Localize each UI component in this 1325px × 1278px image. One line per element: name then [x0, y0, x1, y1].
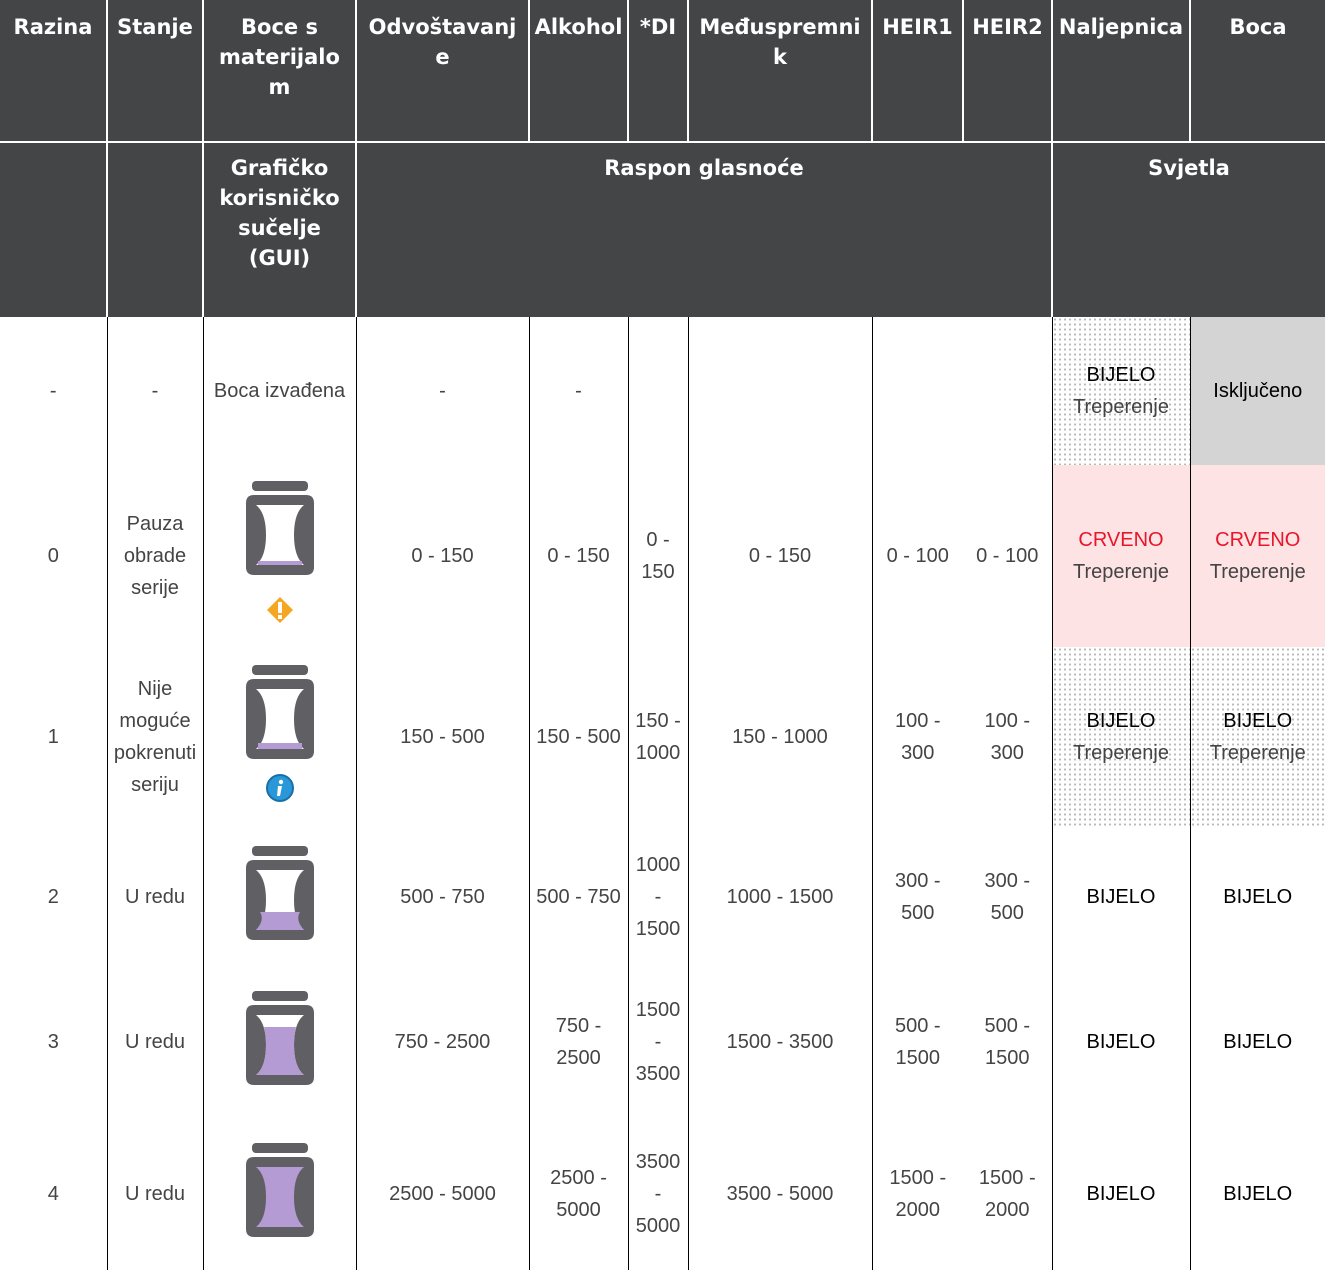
table-row: 0 Pauza obrade serije 0 - 150 0 - 150 0 … — [0, 465, 1325, 647]
bottle-almost-empty-icon — [240, 477, 320, 607]
table-row: - - Boca izvađena - - BIJELO Treperenje … — [0, 317, 1325, 465]
bottle-light-cell: BIJELO — [1189, 827, 1325, 967]
odvostavanje-cell: 150 - 500 — [355, 647, 529, 827]
di-cell: 0 - 150 — [627, 465, 688, 647]
header-di: *DI — [627, 0, 688, 142]
gui-cell: Boca izvađena — [202, 317, 356, 465]
state-cell: U redu — [106, 1117, 203, 1270]
header-boca: Boca — [1189, 0, 1325, 142]
heir1-cell — [871, 317, 963, 465]
level-cell: 3 — [47, 1031, 59, 1053]
gui-cell — [202, 465, 356, 647]
bottle-full-icon — [240, 1139, 320, 1239]
alkohol-cell: 750 - 2500 — [528, 967, 628, 1117]
state-cell: U redu — [106, 967, 203, 1117]
heir1-cell: 0 - 100 — [871, 465, 963, 647]
di-cell: 1000 - 1500 — [627, 827, 688, 967]
header-razina: Razina — [0, 0, 107, 142]
header-volume-range: Raspon glasnoće — [355, 141, 1052, 317]
header-heir2: HEIR2 — [962, 0, 1052, 142]
label-light-cell: BIJELO — [1051, 967, 1190, 1117]
heir2-cell: 300 - 500 — [984, 870, 1031, 924]
bottle-low-icon — [240, 661, 320, 771]
gui-cell — [202, 827, 356, 967]
gui-cell — [202, 967, 356, 1117]
heir2-cell: 500 - 1500 — [984, 1015, 1031, 1069]
heir2-cell: 0 - 100 — [976, 545, 1039, 567]
level-cell: 2 — [47, 886, 59, 908]
odvostavanje-cell: 2500 - 5000 — [355, 1117, 529, 1270]
label-light-cell: BIJELO Treperenje — [1051, 317, 1190, 465]
bottle-three-quarter-icon — [240, 987, 320, 1087]
label-light-cell: BIJELO — [1051, 827, 1190, 967]
level-cell: 0 — [47, 545, 59, 567]
label-light-cell: CRVENO Treperenje — [1051, 465, 1190, 647]
odvostavanje-cell: - — [355, 317, 529, 465]
info-icon — [204, 773, 356, 813]
heir2-cell: 1500 - 2000 — [978, 1166, 1036, 1221]
header-empty-1 — [0, 141, 107, 317]
state-cell: - — [106, 317, 203, 465]
header-gui: Grafičko korisničko sučelje (GUI) — [202, 141, 356, 317]
header-boce: Boce s materijalo m — [202, 0, 356, 142]
header-empty-2 — [106, 141, 203, 317]
header-naljepnica: Naljepnica — [1051, 0, 1190, 142]
bottle-quarter-icon — [240, 842, 320, 942]
header-row-1: Razina Stanje Boce s materijalo m Odvošt… — [0, 0, 1325, 142]
bottle-light-cell: CRVENO Treperenje — [1189, 465, 1325, 647]
level-cell: 1 — [47, 726, 59, 748]
table-row: 2 U redu 500 - 750 500 - 750 1000 - 1500 — [0, 827, 1325, 967]
alkohol-cell: - — [528, 317, 628, 465]
bottle-light-cell: BIJELO — [1189, 1117, 1325, 1270]
gui-cell — [202, 647, 356, 827]
meduspremnik-cell: 150 - 1000 — [687, 647, 872, 827]
meduspremnik-cell — [687, 317, 872, 465]
header-row-2: Grafičko korisničko sučelje (GUI) Raspon… — [0, 141, 1325, 317]
header-heir1: HEIR1 — [871, 0, 963, 142]
level-cell: - — [49, 380, 57, 402]
meduspremnik-cell: 1500 - 3500 — [687, 967, 872, 1117]
bottle-light-cell: BIJELO Treperenje — [1189, 647, 1325, 827]
reagent-level-table: Razina Stanje Boce s materijalo m Odvošt… — [0, 0, 1325, 1270]
heir1-cell: 100 - 300 — [871, 647, 963, 827]
header-meduspremnik: Međuspremni k — [687, 0, 872, 142]
state-cell: U redu — [106, 827, 203, 967]
di-cell: 3500 - 5000 — [627, 1117, 688, 1270]
heir2-cell: 100 - 300 — [984, 710, 1031, 764]
odvostavanje-cell: 0 - 150 — [355, 465, 529, 647]
alkohol-cell: 500 - 750 — [528, 827, 628, 967]
label-light-cell: BIJELO — [1051, 1117, 1190, 1270]
header-lights: Svjetla — [1051, 141, 1325, 317]
bottle-light-cell: Isključeno — [1189, 317, 1325, 465]
bottle-light-cell: BIJELO — [1189, 967, 1325, 1117]
state-cell: Nije moguće pokrenuti seriju — [106, 647, 203, 827]
state-cell: Pauza obrade serije — [106, 465, 203, 647]
header-stanje: Stanje — [106, 0, 203, 142]
alkohol-cell: 0 - 150 — [528, 465, 628, 647]
meduspremnik-cell: 0 - 150 — [687, 465, 872, 647]
table-row: 1 Nije moguće pokrenuti seriju 150 - 500… — [0, 647, 1325, 827]
table-row: 3 U redu 750 - 2500 750 - 2500 1500 - 35… — [0, 967, 1325, 1117]
header-odvostavanje: Odvoštavanj e — [355, 0, 529, 142]
level-cell: 4 — [47, 1182, 59, 1205]
heir1-cell: 1500 - 2000 — [871, 1117, 963, 1270]
di-cell — [627, 317, 688, 465]
odvostavanje-cell: 750 - 2500 — [355, 967, 529, 1117]
meduspremnik-cell: 3500 - 5000 — [687, 1117, 872, 1270]
heir1-cell: 300 - 500 — [871, 827, 963, 967]
meduspremnik-cell: 1000 - 1500 — [687, 827, 872, 967]
table-row: 4 U redu 2500 - 5000 2500 - 5000 3500 - — [0, 1117, 1325, 1270]
di-cell: 1500 - 3500 — [627, 967, 688, 1117]
alkohol-cell: 150 - 500 — [528, 647, 628, 827]
label-light-cell: BIJELO Treperenje — [1051, 647, 1190, 827]
header-alkohol: Alkohol — [528, 0, 628, 142]
di-cell: 150 - 1000 — [627, 647, 688, 827]
odvostavanje-cell: 500 - 750 — [355, 827, 529, 967]
alkohol-cell: 2500 - 5000 — [528, 1117, 628, 1270]
heir1-cell: 500 - 1500 — [871, 967, 963, 1117]
heir2-cell — [963, 317, 1052, 465]
gui-cell — [202, 1117, 356, 1270]
